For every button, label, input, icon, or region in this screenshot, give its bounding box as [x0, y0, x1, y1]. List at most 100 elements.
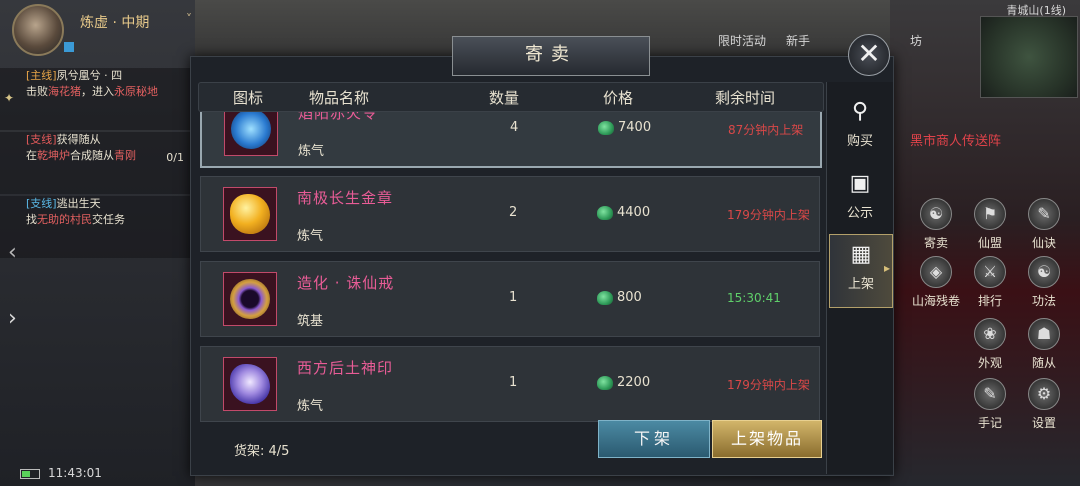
table-header: 图标 物品名称 数量 价格 剩余时间 [198, 82, 824, 112]
tab-label: 公示 [846, 206, 873, 221]
col-header-name: 物品名称 [309, 89, 370, 107]
side-button-skills[interactable]: ☯ 功法 [1016, 256, 1072, 309]
list-item-button[interactable]: 上架物品 [712, 420, 822, 458]
quest-text: 交任务 [92, 213, 125, 226]
minimap[interactable] [980, 16, 1078, 98]
item-grade: 炼气 [297, 399, 324, 414]
item-price: 2200 [617, 375, 651, 390]
item-time-left: 87分钟内上架 [728, 123, 804, 137]
seal-stone-icon [230, 364, 270, 404]
player-avatar[interactable] [12, 4, 64, 56]
quest-item-main[interactable]: ✦ [主线]夙兮凰兮 · 四 击败海花猪，进入永原秘地 [0, 68, 190, 130]
quest-location[interactable]: 永原秘地 [114, 85, 158, 98]
side-button-settings[interactable]: ⚙ 设置 [1016, 378, 1072, 431]
side-button-guild[interactable]: ⚑ 仙盟 [962, 198, 1018, 251]
relic-icon [231, 112, 271, 149]
buff-icon [64, 42, 74, 52]
item-icon [224, 112, 278, 156]
side-button-notes[interactable]: ✎ 手记 [962, 378, 1018, 431]
unshelf-button[interactable]: 下架 [598, 420, 710, 458]
item-time-left: 179分钟内上架 [727, 208, 810, 222]
quest-target[interactable]: 乾坤炉 [37, 149, 70, 162]
scroll-icon: ◈ [920, 256, 952, 288]
item-name: 焰阳赤火令 [298, 112, 379, 122]
chevron-right-icon: ▸ [883, 261, 890, 275]
tab-list[interactable]: ▦ 上架 ▸ [829, 234, 893, 308]
col-header-icon: 图标 [233, 89, 264, 107]
panel-title: 寄卖 [452, 36, 650, 76]
item-grade: 筑基 [297, 314, 324, 329]
side-button-label: 功法 [1031, 294, 1056, 308]
item-quantity: 1 [509, 290, 518, 305]
quest-tracker: ✦ [主线]夙兮凰兮 · 四 击败海花猪，进入永原秘地 [支线]获得随从 在乾坤… [0, 68, 190, 260]
appearance-icon: ❀ [974, 318, 1006, 350]
gear-icon: ⚙ [1028, 378, 1060, 410]
consign-icon: ☯ [920, 198, 952, 230]
quest-text: 找 [26, 213, 37, 226]
item-icon [223, 187, 277, 241]
top-tab-event[interactable]: 限时活动 [718, 32, 766, 49]
jade-currency-icon [597, 291, 613, 305]
side-button-consign[interactable]: ☯ 寄卖 [908, 198, 964, 251]
jade-currency-icon [597, 206, 613, 220]
item-list[interactable]: 焰阳赤火令 炼气 4 7400 87分钟内上架 南极长生金章 炼气 2 4400… [198, 112, 822, 430]
tab-buy[interactable]: ⚲ 购买 [829, 92, 891, 164]
gold-seal-icon [230, 194, 270, 234]
followers-icon: ☗ [1028, 318, 1060, 350]
jade-currency-icon [598, 121, 614, 135]
shelf-capacity: 货架: 4/5 [234, 444, 290, 459]
top-tab-newbie[interactable]: 新手 [786, 32, 810, 49]
side-button-followers[interactable]: ☗ 随从 [1016, 318, 1072, 371]
quest-target[interactable]: 无助的村民 [37, 213, 92, 226]
event-label[interactable]: 黑市商人传送阵 [910, 130, 1001, 149]
item-price: 7400 [618, 120, 652, 135]
top-tab-shop[interactable]: 坊 [910, 32, 922, 49]
chevron-down-icon[interactable]: ˅ [186, 12, 192, 26]
tab-label: 上架 [847, 277, 874, 292]
item-row[interactable]: 西方后土神印 炼气 1 2200 179分钟内上架 [200, 346, 820, 422]
tab-public[interactable]: ▣ 公示 [829, 164, 891, 236]
quest-icon: ✦ [4, 91, 15, 105]
side-button-label: 山海残卷 [911, 294, 960, 308]
notes-icon: ✎ [974, 378, 1006, 410]
quest-text: 合成随从 [70, 149, 114, 162]
quest-title: 获得随从 [56, 133, 101, 146]
quest-text: ，进入 [81, 85, 114, 98]
item-time-left: 15:30:41 [727, 291, 781, 305]
item-price: 800 [617, 290, 642, 305]
chevron-left-icon[interactable]: ‹ [8, 240, 17, 265]
quest-location[interactable]: 青刚 [114, 149, 136, 162]
side-button-appearance[interactable]: ❀ 外观 [962, 318, 1018, 371]
chevron-right-icon[interactable]: › [8, 306, 17, 331]
player-realm: 炼虚 · 中期 [80, 15, 150, 31]
item-name: 西方后土神印 [297, 359, 394, 377]
quest-title: 夙兮凰兮 · 四 [56, 69, 123, 82]
col-header-price: 价格 [603, 89, 634, 107]
item-name: 南极长生金章 [297, 189, 394, 207]
item-icon [223, 357, 277, 411]
close-button[interactable]: ✕ [848, 34, 890, 76]
quest-tag: [主线] [26, 69, 57, 82]
item-row[interactable]: 焰阳赤火令 炼气 4 7400 87分钟内上架 [200, 112, 822, 168]
quest-item-side-2[interactable]: [支线]逃出生天 找无助的村民交任务 [0, 196, 190, 258]
side-button-label: 寄卖 [923, 236, 948, 250]
side-button-rank[interactable]: ⚔ 排行 [962, 256, 1018, 309]
notice-board-icon: ▣ [849, 171, 871, 196]
buy-icon: ⚲ [851, 99, 869, 124]
item-time-left: 179分钟内上架 [727, 378, 810, 392]
item-row[interactable]: 造化 · 诛仙戒 筑基 1 800 15:30:41 [200, 261, 820, 337]
item-row[interactable]: 南极长生金章 炼气 2 4400 179分钟内上架 [200, 176, 820, 252]
side-button-label: 仙盟 [977, 236, 1002, 250]
item-grade: 炼气 [298, 144, 325, 159]
side-button-secret[interactable]: ✎ 仙诀 [1016, 198, 1072, 251]
quest-title: 逃出生天 [56, 197, 101, 210]
item-name: 造化 · 诛仙戒 [297, 274, 395, 292]
quest-tag: [支线] [26, 133, 57, 146]
tab-label: 购买 [846, 134, 873, 149]
item-grade: 炼气 [297, 229, 324, 244]
col-header-qty: 数量 [489, 89, 520, 107]
quest-target[interactable]: 海花猪 [48, 85, 81, 98]
quest-text: 击败 [26, 85, 48, 98]
quest-item-side-1[interactable]: [支线]获得随从 在乾坤炉合成随从青刚 0/1 [0, 132, 190, 194]
side-button-label: 外观 [977, 356, 1002, 370]
